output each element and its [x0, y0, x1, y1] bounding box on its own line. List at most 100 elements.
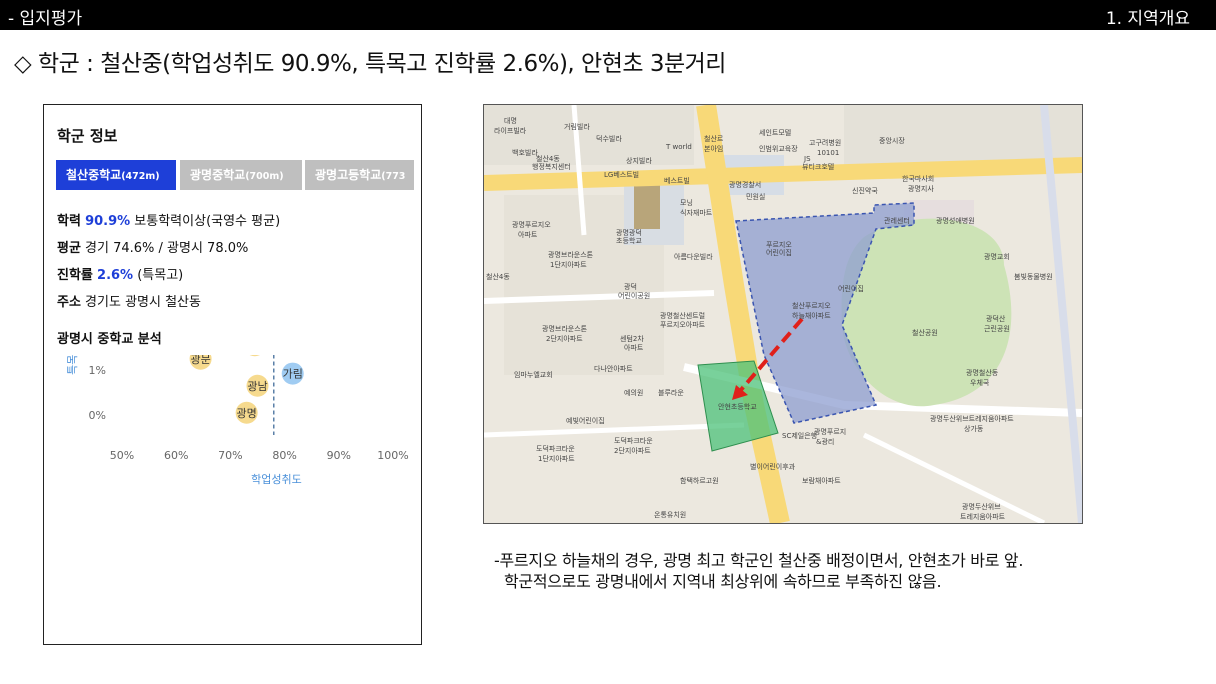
- map-label: 아파트: [518, 230, 538, 239]
- map-label: 본아임: [704, 144, 723, 153]
- tab-gwangmyeong-high[interactable]: 광명고등학교(773: [305, 160, 414, 190]
- map-label: 광명교회: [984, 252, 1010, 261]
- map-label: 상지빌라: [626, 156, 652, 165]
- map-label: 우체국: [970, 379, 990, 387]
- map-label: 임마누엘교회: [514, 370, 553, 379]
- y-axis-label: 특목고진학률(%): [66, 355, 79, 375]
- map-label: 광명브라운스톤: [542, 324, 588, 333]
- map-label: 봄빛동물병원: [1014, 272, 1053, 281]
- data-point-label: 광문: [190, 355, 210, 366]
- map-label: 10101: [817, 149, 839, 157]
- map-label: 푸르지오아파트: [660, 320, 706, 329]
- map-label: 광명경찰서: [729, 180, 761, 189]
- school-field: [634, 183, 660, 229]
- map-label: 광명철산동: [966, 368, 999, 377]
- x-tick-label: 100%: [377, 449, 408, 462]
- x-tick-label: 50%: [110, 449, 134, 462]
- tab-distance: (472m): [121, 171, 160, 182]
- map-label: 다나안아파트: [594, 364, 633, 373]
- map-label: 철산4동: [536, 154, 560, 163]
- map-label: 모닝: [680, 198, 693, 207]
- info-text: 경기 74.6% / 광명시 78.0%: [80, 241, 249, 256]
- summary-note: -푸르지오 하늘채의 경우, 광명 최고 학군인 철산중 배정이면서, 안현초가…: [494, 550, 1023, 592]
- note-line-1: -푸르지오 하늘채의 경우, 광명 최고 학군인 철산중 배정이면서, 안현초가…: [494, 551, 1024, 570]
- page-headline: ◇ 학군 : 철산중(학업성취도 90.9%, 특목고 진학률 2.6%), 안…: [14, 51, 726, 77]
- map-label: 식자재마트: [680, 208, 713, 217]
- map-label: 초등학교: [616, 236, 642, 245]
- map-label: 관레센터: [884, 216, 910, 225]
- map-label: 푸르지오: [766, 240, 792, 249]
- map-label: 인범위교육장: [759, 144, 798, 153]
- map-label: 도덕파크타운: [536, 444, 575, 453]
- map-label: 2단지아파트: [614, 446, 651, 455]
- map-label: 보람채아파트: [802, 476, 841, 485]
- info-highlight: 90.9%: [85, 214, 131, 229]
- map-label: 광명광덕: [616, 228, 642, 237]
- location-map[interactable]: 대명 라이프빌라 거림빌라 백호빌라 덕수빌라 철산4동 행정복지센터 상지빌라 T world…: [483, 104, 1083, 524]
- map-label: 블루라운: [658, 388, 684, 397]
- map-label: 2단지아파트: [546, 334, 583, 343]
- info-row-advancement: 진학률 2.6% (특목고): [57, 264, 183, 283]
- note-line-2: 학군적으로도 광명내에서 지역내 최상위에 속하므로 부족하진 않음.: [504, 572, 942, 591]
- map-label: 1단지아파트: [538, 454, 575, 463]
- tab-cheolsan-middle[interactable]: 철산중학교(472m): [56, 160, 176, 190]
- chart-title: 광명시 중학교 분석: [57, 332, 162, 347]
- data-point-label: 가림: [283, 368, 303, 381]
- y-tick-label: 0%: [89, 409, 106, 422]
- x-tick-label: 80%: [272, 449, 296, 462]
- map-label: 함택하르고원: [680, 476, 719, 485]
- map-label: 안현초등학교: [718, 402, 757, 411]
- top-bar: - 입지평가 1. 지역개요: [0, 0, 1216, 30]
- data-point: [249, 355, 260, 357]
- info-row-achievement: 학력 90.9% 보통학력이상(국영수 평균): [57, 210, 280, 229]
- info-label: 주소: [57, 295, 81, 310]
- map-label: 광명지사: [908, 184, 934, 193]
- info-text: 경기도 광명시 철산동: [80, 295, 201, 310]
- map-label: 광덕산: [986, 314, 1006, 323]
- map-label: 철산4동: [486, 272, 510, 281]
- info-label: 평균: [57, 241, 81, 256]
- x-tick-label: 70%: [218, 449, 242, 462]
- map-label: LG베스트빌: [604, 170, 639, 179]
- map-label: SC제일은행: [782, 431, 817, 440]
- map-label: 세인트모텔: [759, 128, 791, 137]
- school-info-card: 학군 정보 철산중학교(472m) 광명중학교(700m) 광명고등학교(773…: [43, 104, 422, 645]
- y-tick-label: 1%: [89, 364, 106, 377]
- map-label: 거림빌라: [564, 122, 590, 131]
- map-label: 광명푸르지: [814, 427, 846, 436]
- map-label: 베스트빌: [664, 176, 690, 185]
- x-tick-label: 90%: [327, 449, 351, 462]
- map-label: 어린이공원: [618, 291, 650, 300]
- info-text: 보통학력이상(국영수 평균): [130, 214, 281, 229]
- tab-gwangmyeong-middle[interactable]: 광명중학교(700m): [180, 160, 302, 190]
- info-row-average: 평균 경기 74.6% / 광명시 78.0%: [57, 237, 248, 256]
- map-label: 하늘채아파트: [792, 311, 831, 320]
- map-label: 대명: [504, 116, 517, 125]
- info-label: 진학률: [57, 268, 93, 283]
- x-tick-label: 60%: [164, 449, 188, 462]
- map-label: 덕수빌라: [596, 134, 622, 143]
- map-label: 라이프빌라: [494, 126, 527, 135]
- map-label: 철산르: [704, 134, 724, 143]
- map-label: 신진약국: [852, 186, 878, 195]
- map-label: 광명두산위브: [962, 502, 1001, 511]
- tab-distance: (773: [381, 171, 406, 182]
- info-text: (특목고): [133, 268, 184, 283]
- map-label: 별이어린이후과: [750, 462, 796, 471]
- map-label: 센텀2차: [620, 334, 644, 343]
- map-label: 1단지아파트: [550, 260, 587, 269]
- scatter-chart: 0%1%2%3%4%50%60%70%80%90%100%학업성취도특목고진학률…: [66, 355, 409, 486]
- tab-label: 철산중학교: [66, 168, 122, 182]
- map-label: 온통유치원: [654, 510, 686, 519]
- map-label: 도덕파크타운: [614, 436, 653, 445]
- chapter-title: 1. 지역개요: [1105, 9, 1190, 29]
- data-point-label: 광명: [237, 407, 257, 420]
- x-axis-label: 학업성취도: [251, 473, 302, 486]
- tab-distance: (700m): [245, 171, 284, 182]
- map-label: 어린이집: [838, 284, 864, 293]
- map-label: 상가동: [964, 424, 984, 433]
- map-label: 근린공원: [984, 324, 1010, 333]
- school-tabs: 철산중학교(472m) 광명중학교(700m) 광명고등학교(773: [56, 160, 414, 190]
- info-row-address: 주소 경기도 광명시 철산동: [57, 291, 201, 310]
- info-highlight: 2.6%: [97, 268, 134, 283]
